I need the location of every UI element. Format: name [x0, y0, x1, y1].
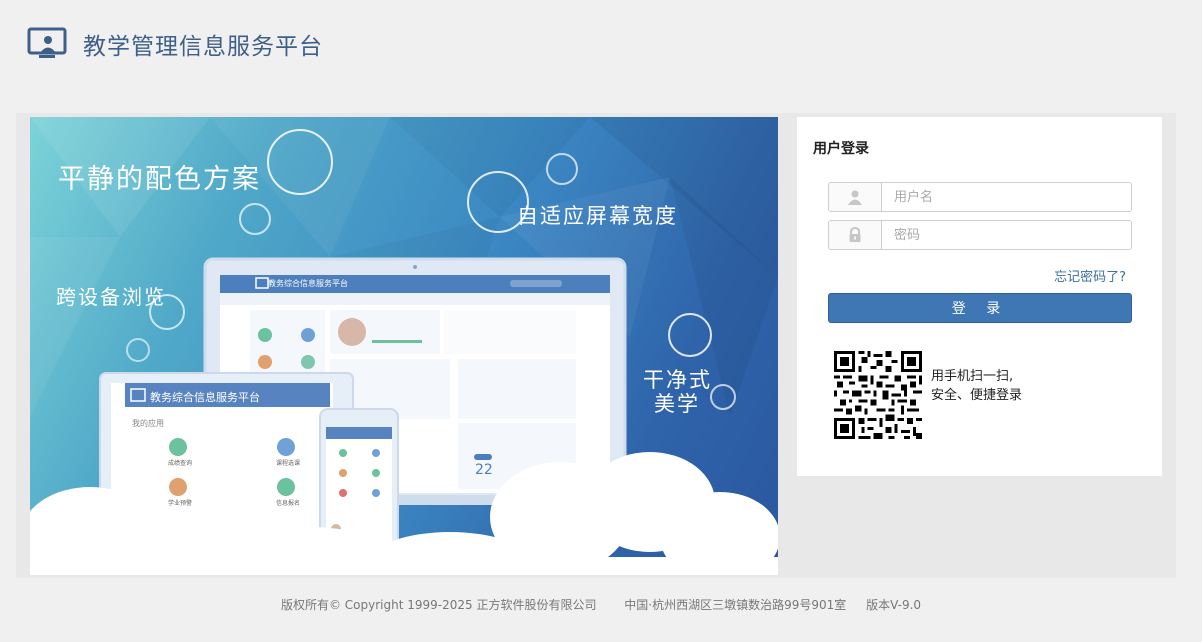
username-input[interactable] [882, 183, 1131, 211]
screen-person-icon [27, 27, 67, 58]
calendar-day: 22 [475, 462, 493, 478]
tablet-title: 教务综合信息服务平台 [150, 390, 260, 404]
tablet-section: 我的应用 [132, 418, 164, 428]
page-footer: 版权所有© Copyright 1999-2025 正方软件股份有限公司 中国·… [0, 596, 1202, 613]
login-panel: 用户登录 忘记密码了? 登 录 [797, 117, 1162, 476]
site-header: 教学管理信息服务平台 [27, 26, 323, 62]
login-title: 用户登录 [813, 141, 869, 157]
tablet-app-label: 学业预警 [168, 499, 192, 507]
tablet-app-label: 信息报名 [276, 499, 300, 507]
username-field [828, 182, 1132, 212]
mockup-title: 教务综合信息服务平台 [268, 279, 348, 288]
user-icon [829, 183, 882, 211]
login-button[interactable]: 登 录 [828, 293, 1132, 323]
promo-banner: 22 教务综合信息服务平台 我的应用 成绩查询 课程选课 学业预警 信息报名 平… [30, 117, 778, 575]
footer-copyright: 版权所有© Copyright 1999-2025 正方软件股份有限公司 [280, 598, 597, 612]
lock-icon [829, 221, 882, 249]
forgot-password-link[interactable]: 忘记密码了? [1054, 266, 1126, 285]
banner-slogan: 自适应屏幕宽度 [517, 204, 678, 228]
qr-caption: 用手机扫一扫, 安全、便捷登录 [931, 367, 1022, 405]
tablet-app-label: 成绩查询 [168, 459, 192, 467]
password-input[interactable] [882, 221, 1131, 249]
tablet-app-label: 课程选课 [276, 459, 300, 467]
qr-caption-line: 用手机扫一扫, [931, 369, 1014, 384]
site-title: 教学管理信息服务平台 [83, 34, 323, 60]
footer-address: 中国·杭州西湖区三墩镇数治路99号901室 [624, 598, 847, 612]
qr-caption-line: 安全、便捷登录 [931, 388, 1023, 403]
password-field [828, 220, 1132, 250]
qr-code [834, 351, 922, 439]
banner-slogan: 跨设备浏览 [56, 285, 166, 309]
banner-slogan: 平静的配色方案 [58, 164, 261, 195]
footer-version: 版本V-9.0 [866, 598, 922, 612]
banner-slogan: 美学 [654, 392, 700, 416]
